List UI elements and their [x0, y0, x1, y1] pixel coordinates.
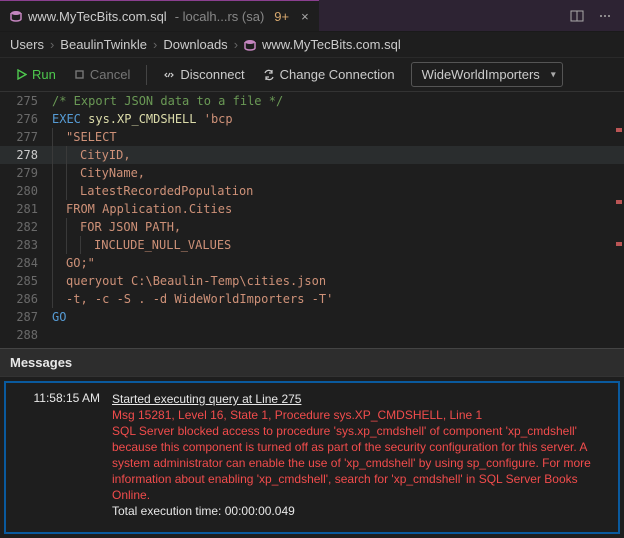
error-body: SQL Server blocked access to procedure '… [112, 423, 610, 503]
database-icon [10, 10, 22, 22]
disconnect-icon [163, 69, 175, 81]
split-editor-icon[interactable] [570, 9, 584, 23]
breadcrumb[interactable]: Users › BeaulinTwinkle › Downloads › www… [0, 32, 624, 58]
code-line[interactable]: 280LatestRecordedPopulation [0, 182, 624, 200]
chevron-down-icon: ▾ [551, 69, 556, 80]
line-number: 277 [0, 128, 52, 146]
code-editor[interactable]: 275/* Export JSON data to a file */276EX… [0, 92, 624, 348]
code-line[interactable]: 277"SELECT [0, 128, 624, 146]
code-content: /* Export JSON data to a file */ [52, 92, 283, 110]
code-content: LatestRecordedPopulation [52, 182, 253, 200]
message-total-time: Total execution time: 00:00:00.049 [112, 504, 295, 518]
code-content: EXEC sys.XP_CMDSHELL 'bcp [52, 110, 233, 128]
disconnect-label: Disconnect [180, 67, 244, 82]
chevron-right-icon: › [50, 37, 54, 52]
code-line[interactable]: 285queryout C:\Beaulin-Temp\cities.json [0, 272, 624, 290]
breadcrumb-item[interactable]: www.MyTecBits.com.sql [262, 37, 401, 52]
tab-badge: 9+ [274, 9, 289, 24]
cancel-button[interactable]: Cancel [68, 64, 136, 85]
run-button[interactable]: Run [10, 64, 62, 85]
message-row: 11:58:15 AM Started executing query at L… [14, 391, 610, 519]
message-started: Started executing query at Line 275 [112, 392, 301, 406]
code-line[interactable]: 283INCLUDE_NULL_VALUES [0, 236, 624, 254]
breadcrumb-item[interactable]: BeaulinTwinkle [60, 37, 147, 52]
titlebar-actions [570, 9, 624, 23]
code-content: GO;" [52, 254, 95, 272]
code-line[interactable]: 287GO [0, 308, 624, 326]
toolbar-divider [146, 65, 147, 85]
change-connection-label: Change Connection [280, 67, 395, 82]
error-header: Msg 15281, Level 16, State 1, Procedure … [112, 407, 610, 423]
code-line[interactable]: 279CityName, [0, 164, 624, 182]
close-icon[interactable]: × [301, 9, 309, 24]
code-line[interactable]: 281FROM Application.Cities [0, 200, 624, 218]
code-line[interactable]: 286-t, -c -S . -d WideWorldImporters -T' [0, 290, 624, 308]
breadcrumb-item[interactable]: Downloads [163, 37, 227, 52]
chevron-right-icon: › [153, 37, 157, 52]
messages-tab[interactable]: Messages [0, 348, 624, 377]
code-content: CityID, [52, 146, 131, 164]
code-content: INCLUDE_NULL_VALUES [52, 236, 231, 254]
more-icon[interactable] [598, 9, 612, 23]
line-number: 282 [0, 218, 52, 236]
line-number: 286 [0, 290, 52, 308]
code-line[interactable]: 275/* Export JSON data to a file */ [0, 92, 624, 110]
messages-panel: 11:58:15 AM Started executing query at L… [4, 381, 620, 534]
code-content: GO [52, 308, 66, 326]
breadcrumb-item[interactable]: Users [10, 37, 44, 52]
line-number: 285 [0, 272, 52, 290]
database-icon [244, 39, 256, 51]
code-line[interactable]: 284GO;" [0, 254, 624, 272]
code-content: "SELECT [52, 128, 117, 146]
query-toolbar: Run Cancel Disconnect Change Connection … [0, 58, 624, 92]
connection-select[interactable]: WideWorldImporters ▾ [411, 62, 563, 87]
overview-ruler [616, 92, 622, 348]
cancel-label: Cancel [90, 67, 130, 82]
disconnect-button[interactable]: Disconnect [157, 64, 250, 85]
code-line[interactable]: 288 [0, 326, 624, 344]
code-line[interactable]: 282FOR JSON PATH, [0, 218, 624, 236]
line-number: 284 [0, 254, 52, 272]
code-content: FROM Application.Cities [52, 200, 232, 218]
message-timestamp: 11:58:15 AM [14, 391, 100, 519]
change-connection-icon [263, 69, 275, 81]
title-bar: www.MyTecBits.com.sql - localh...rs (sa)… [0, 0, 624, 32]
line-number: 288 [0, 326, 52, 344]
line-number: 275 [0, 92, 52, 110]
line-number: 279 [0, 164, 52, 182]
chevron-right-icon: › [234, 37, 238, 52]
line-number: 276 [0, 110, 52, 128]
line-number: 278 [0, 146, 52, 164]
code-content: -t, -c -S . -d WideWorldImporters -T' [52, 290, 333, 308]
stop-icon [74, 69, 85, 80]
line-number: 283 [0, 236, 52, 254]
code-line[interactable]: 276EXEC sys.XP_CMDSHELL 'bcp [0, 110, 624, 128]
run-label: Run [32, 67, 56, 82]
code-content: FOR JSON PATH, [52, 218, 181, 236]
code-content: CityName, [52, 164, 145, 182]
message-text: Started executing query at Line 275 Msg … [112, 391, 610, 519]
line-number: 287 [0, 308, 52, 326]
change-connection-button[interactable]: Change Connection [257, 64, 401, 85]
line-number: 280 [0, 182, 52, 200]
editor-tab[interactable]: www.MyTecBits.com.sql - localh...rs (sa)… [0, 0, 319, 31]
tab-filename: www.MyTecBits.com.sql [28, 9, 167, 24]
connection-value: WideWorldImporters [422, 67, 540, 82]
play-icon [16, 69, 27, 80]
code-line[interactable]: 278CityID, [0, 146, 624, 164]
code-content: queryout C:\Beaulin-Temp\cities.json [52, 272, 326, 290]
tab-connection-suffix: - localh...rs (sa) [175, 9, 265, 24]
line-number: 281 [0, 200, 52, 218]
